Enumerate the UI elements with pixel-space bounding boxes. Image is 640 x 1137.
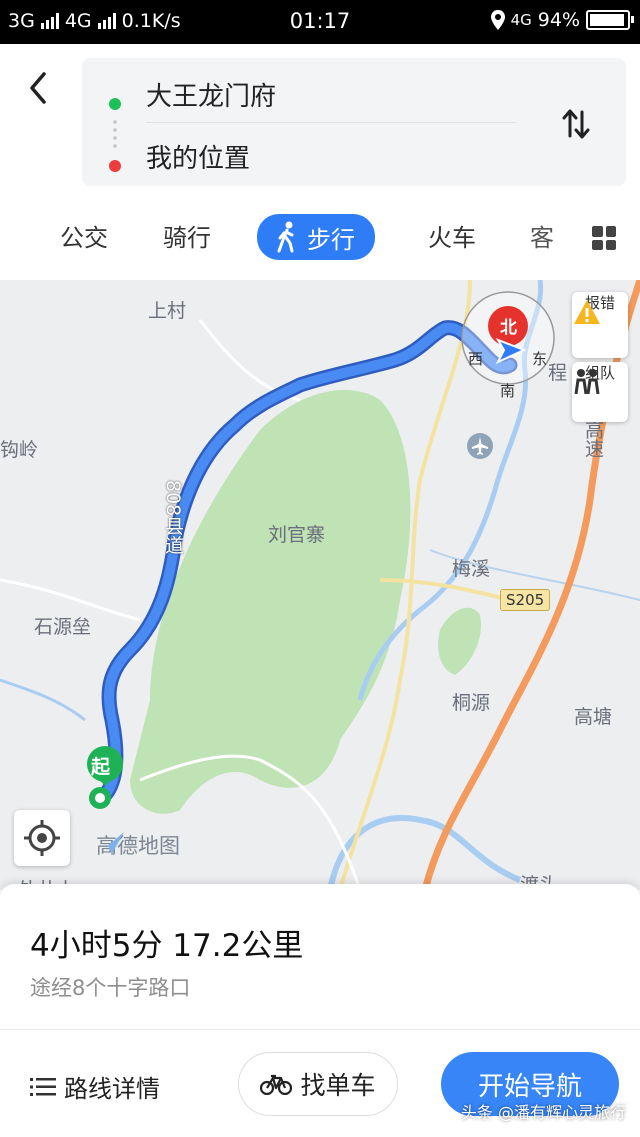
destination-field[interactable]: 我的位置 xyxy=(146,138,250,175)
group-button[interactable]: 组队 xyxy=(572,362,628,422)
tab-cycling[interactable]: 骑行 xyxy=(163,218,211,253)
watermark: 头条 @潘有辉心灵旅行 xyxy=(460,1103,626,1122)
field-divider xyxy=(146,122,516,123)
group-icon xyxy=(574,369,600,394)
panel-divider xyxy=(0,1029,640,1030)
amap-logo: 高德地图 xyxy=(96,830,180,860)
route-details-button[interactable]: 路线详情 xyxy=(30,1069,160,1104)
compass[interactable]: 北 南 西 东 xyxy=(452,280,564,400)
find-bike-button[interactable]: 找单车 xyxy=(238,1052,398,1116)
transport-tabs: 公交 骑行 步行 火车 客 xyxy=(0,214,640,264)
location-pin-icon xyxy=(490,10,505,30)
back-arrow-icon[interactable] xyxy=(22,66,62,110)
compass-south: 南 xyxy=(500,382,516,400)
swap-icon[interactable] xyxy=(558,106,594,142)
start-label: 起 xyxy=(91,756,111,778)
crosshair-icon xyxy=(24,820,60,856)
hill-area xyxy=(130,390,411,814)
walking-icon xyxy=(277,221,294,253)
route-summary-panel: 4小时5分 17.2公里 途经8个十字路口 路线详情 找单车 开始导航 头条 @… xyxy=(0,884,640,1137)
route-header: 大王龙门府 我的位置 公交 骑行 步行 火车 客 xyxy=(0,44,640,280)
map-label-meixi: 梅溪 xyxy=(452,558,491,580)
map-label-shangcun: 上村 xyxy=(148,300,187,322)
origin-field[interactable]: 大王龙门府 xyxy=(146,76,276,113)
map-label-gaosu: 高速 xyxy=(582,420,604,458)
route-input-box: 大王龙门府 我的位置 xyxy=(82,58,626,186)
road-badge-s205: S205 xyxy=(500,589,551,611)
map-label-liuguanzhai: 刘官寨 xyxy=(268,524,326,546)
bicycle-icon xyxy=(260,1074,293,1095)
airport-icon xyxy=(467,433,493,459)
route-duration-distance: 4小时5分 17.2公里 xyxy=(30,928,304,964)
compass-east: 东 xyxy=(532,350,548,368)
warning-icon xyxy=(574,300,600,324)
battery-icon xyxy=(586,10,634,30)
battery-percent: 94% xyxy=(537,9,580,31)
network-type-3: 4G xyxy=(510,11,532,29)
route-via-info: 途经8个十字路口 xyxy=(30,976,191,1000)
compass-north: 北 xyxy=(500,318,517,338)
tab-walking[interactable]: 步行 xyxy=(257,214,375,260)
map-label-shiyuanlei: 石源垒 xyxy=(34,616,92,638)
tab-walking-label: 步行 xyxy=(307,225,355,254)
more-grid-icon[interactable] xyxy=(592,226,616,250)
route-connector xyxy=(113,118,117,150)
tab-bus[interactable]: 公交 xyxy=(60,218,108,253)
status-bar: 3G 4G 0.1K/s 01:17 4G 94% xyxy=(0,0,640,44)
stream xyxy=(0,678,86,722)
list-icon xyxy=(30,1077,56,1096)
report-error-button[interactable]: 报错 xyxy=(572,292,628,358)
map-label-tongyuan: 桐源 xyxy=(452,692,491,714)
find-bike-label: 找单车 xyxy=(300,1071,376,1100)
locate-me-button[interactable] xyxy=(14,810,70,866)
map-label-gaotang: 高塘 xyxy=(574,706,613,728)
tab-coach[interactable]: 客 xyxy=(530,218,566,253)
map-label-gouling: 钩岭 xyxy=(0,439,39,461)
tab-train[interactable]: 火车 xyxy=(428,218,476,253)
origin-dot-icon xyxy=(109,98,121,110)
destination-dot-icon xyxy=(109,160,121,172)
compass-west: 西 xyxy=(468,350,484,368)
amap-logo-icon xyxy=(98,832,124,854)
road-name-label: 808县道 xyxy=(162,480,184,555)
small-green-area xyxy=(438,607,481,675)
route-details-label: 路线详情 xyxy=(64,1075,160,1103)
map-view[interactable]: 上村 钩岭 刘官寨 石源垒 梅溪 桐源 高塘 外井水 渡头 程 高速 808县道… xyxy=(0,280,640,890)
